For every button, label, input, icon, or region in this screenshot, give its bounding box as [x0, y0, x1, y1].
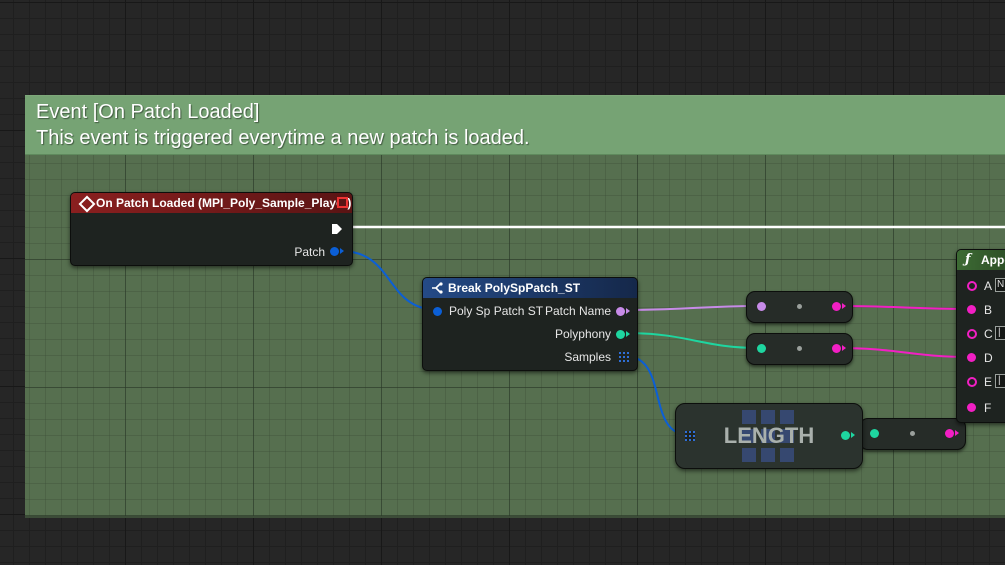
append-pin-f-label: F — [984, 401, 992, 415]
append-literal-a-text: N — [997, 279, 1005, 290]
reroute-b-wire — [835, 305, 973, 310]
reroute-2-center-dot — [797, 346, 802, 351]
reroute-3-in-pin[interactable] — [870, 429, 879, 438]
on-patch-loaded-title: On Patch Loaded (MPI_Poly_Sample_Player) — [96, 196, 352, 210]
reroute-2-out-arrow — [842, 345, 846, 351]
patch-pin-arrow — [340, 248, 344, 254]
polyphony-label: Polyphony — [554, 327, 611, 341]
function-icon: ƒ — [965, 252, 971, 267]
break-struct-icon — [432, 282, 443, 294]
append-pin-a[interactable] — [967, 281, 977, 291]
reroute-2-out-pin[interactable] — [832, 344, 841, 353]
append-pin-f[interactable] — [967, 403, 976, 412]
reroute-1-out-arrow — [842, 303, 846, 309]
append-pin-c[interactable] — [967, 329, 977, 339]
append-pin-c-label: C — [984, 327, 993, 341]
append-pin-a-label: A — [984, 279, 993, 293]
break-polysppatch-node[interactable]: Break PolySpPatch_ST Poly Sp Patch ST Pa… — [422, 277, 638, 371]
reroute-3-out-arrow — [955, 430, 959, 436]
length-out-pin[interactable] — [841, 431, 850, 440]
exec-out-pin[interactable] — [330, 222, 344, 236]
polyphony-pin[interactable] — [616, 330, 625, 339]
append-literal-a[interactable]: N — [995, 278, 1005, 292]
poly-sp-patch-st-label: Poly Sp Patch ST — [449, 304, 544, 318]
length-array-in-pin[interactable] — [685, 431, 695, 441]
reroute-1-center-dot — [797, 304, 802, 309]
patch-name-arrow — [626, 308, 630, 314]
length-node[interactable]: LENGTH — [675, 403, 863, 469]
reroute-1-out-pin[interactable] — [832, 302, 841, 311]
break-node-header[interactable]: Break PolySpPatch_ST — [423, 278, 637, 298]
reroute-node-2[interactable] — [746, 333, 853, 365]
append-literal-e-text: | — [998, 375, 1001, 386]
reroute-2-in-pin[interactable] — [757, 344, 766, 353]
append-pin-d[interactable] — [967, 353, 976, 362]
append-literal-c-text: | — [998, 327, 1001, 338]
event-diamond-icon — [78, 195, 96, 213]
on-patch-loaded-header[interactable]: On Patch Loaded (MPI_Poly_Sample_Player) — [71, 193, 352, 213]
poly-sp-patch-st-pin[interactable] — [433, 307, 442, 316]
reroute-node-1[interactable] — [746, 291, 853, 323]
break-node-title: Break PolySpPatch_ST — [448, 281, 581, 295]
reroute-node-3[interactable] — [859, 418, 966, 450]
patch-name-wire — [623, 305, 761, 311]
delegate-pin[interactable] — [337, 197, 348, 208]
patch-name-pin[interactable] — [616, 307, 625, 316]
patch-pin[interactable] — [330, 247, 339, 256]
reroute-d-wire — [835, 347, 973, 358]
append-literal-c[interactable]: | — [995, 326, 1005, 340]
append-node-title: Appe — [981, 253, 1005, 267]
append-pin-e-label: E — [984, 375, 993, 389]
append-pin-e[interactable] — [967, 377, 977, 387]
polyphony-wire — [623, 332, 761, 349]
append-literal-e[interactable]: | — [995, 374, 1005, 388]
on-patch-loaded-node[interactable]: On Patch Loaded (MPI_Poly_Sample_Player)… — [70, 192, 353, 266]
append-pin-d-label: D — [984, 351, 993, 365]
length-label: LENGTH — [723, 423, 815, 448]
append-pin-b[interactable] — [967, 305, 976, 314]
append-node[interactable]: ƒ Appe A N B C | D E | F — [956, 249, 1005, 423]
reroute-1-in-pin[interactable] — [757, 302, 766, 311]
reroute-3-center-dot — [910, 431, 915, 436]
append-node-header[interactable]: ƒ Appe — [957, 250, 1005, 270]
append-pin-b-label: B — [984, 303, 993, 317]
samples-label: Samples — [564, 350, 611, 364]
patch-name-label: Patch Name — [544, 304, 611, 318]
patch-pin-label: Patch — [294, 245, 325, 259]
length-out-arrow — [851, 432, 855, 438]
polyphony-arrow — [626, 331, 630, 337]
reroute-3-out-pin[interactable] — [945, 429, 954, 438]
samples-array-pin[interactable] — [619, 352, 629, 362]
